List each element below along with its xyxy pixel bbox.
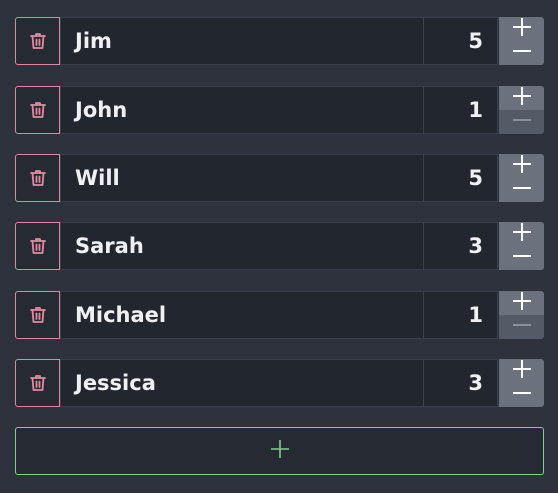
list-item: Sarah 3 [15, 222, 544, 270]
trash-icon [28, 168, 48, 188]
quantity-stepper [499, 17, 544, 65]
count-value: 5 [423, 17, 498, 65]
minus-icon [512, 246, 532, 270]
name-field[interactable]: Jim [60, 17, 423, 65]
count-value: 3 [423, 222, 498, 270]
increment-button[interactable] [499, 86, 544, 110]
delete-button[interactable] [15, 17, 60, 65]
quantity-stepper [499, 359, 544, 407]
decrement-button[interactable] [499, 246, 544, 270]
decrement-button[interactable] [499, 41, 544, 65]
count-value: 1 [423, 291, 498, 339]
list-item: Jim 5 [15, 17, 544, 65]
list-item: Will 5 [15, 154, 544, 202]
count-value: 3 [423, 359, 498, 407]
trash-icon [28, 100, 48, 120]
quantity-stepper [499, 222, 544, 270]
delete-button[interactable] [15, 291, 60, 339]
minus-icon [512, 110, 532, 134]
add-player-button[interactable] [15, 427, 544, 475]
quantity-stepper [499, 154, 544, 202]
name-field[interactable]: Sarah [60, 222, 423, 270]
delete-button[interactable] [15, 154, 60, 202]
delete-button[interactable] [15, 86, 60, 134]
decrement-button[interactable] [499, 110, 544, 134]
minus-icon [512, 41, 532, 65]
increment-button[interactable] [499, 291, 544, 315]
decrement-button[interactable] [499, 383, 544, 407]
decrement-button[interactable] [499, 178, 544, 202]
trash-icon [28, 236, 48, 256]
trash-icon [28, 31, 48, 51]
minus-icon [512, 383, 532, 407]
plus-icon [512, 291, 532, 315]
increment-button[interactable] [499, 222, 544, 246]
name-field[interactable]: John [60, 86, 423, 134]
plus-icon [269, 438, 291, 464]
minus-icon [512, 315, 532, 339]
minus-icon [512, 178, 532, 202]
increment-button[interactable] [499, 154, 544, 178]
trash-icon [28, 373, 48, 393]
increment-button[interactable] [499, 359, 544, 383]
list-item: John 1 [15, 86, 544, 134]
plus-icon [512, 17, 532, 41]
count-value: 5 [423, 154, 498, 202]
trash-icon [28, 305, 48, 325]
count-value: 1 [423, 86, 498, 134]
decrement-button[interactable] [499, 315, 544, 339]
increment-button[interactable] [499, 17, 544, 41]
name-field[interactable]: Will [60, 154, 423, 202]
quantity-stepper [499, 86, 544, 134]
plus-icon [512, 222, 532, 246]
plus-icon [512, 359, 532, 383]
name-field[interactable]: Jessica [60, 359, 423, 407]
quantity-stepper [499, 291, 544, 339]
list-item: Michael 1 [15, 291, 544, 339]
list-item: Jessica 3 [15, 359, 544, 407]
player-list: Jim 5 John 1 Will 5 Sarah 3 Michael 1 Je… [0, 0, 558, 493]
plus-icon [512, 86, 532, 110]
name-field[interactable]: Michael [60, 291, 423, 339]
delete-button[interactable] [15, 222, 60, 270]
plus-icon [512, 154, 532, 178]
delete-button[interactable] [15, 359, 60, 407]
